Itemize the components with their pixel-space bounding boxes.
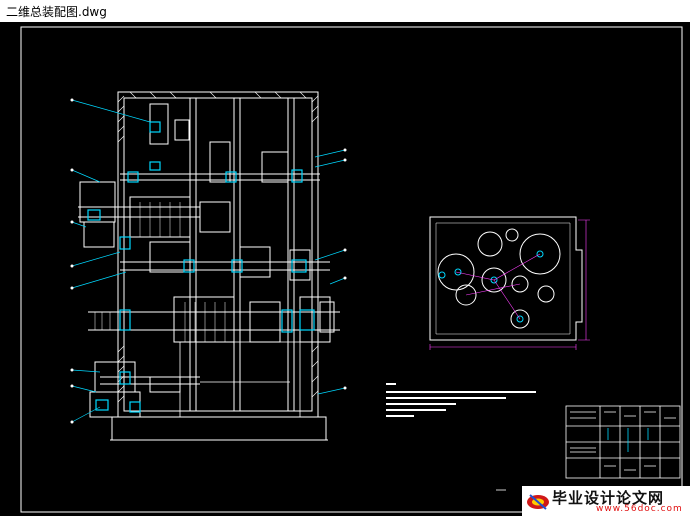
window-title: 二维总装配图.dwg — [6, 5, 107, 19]
part-balloons — [70, 98, 347, 424]
technical-notes — [386, 383, 536, 417]
title-block — [565, 405, 681, 479]
side-view — [429, 216, 590, 350]
title-block-highlights — [607, 428, 649, 452]
gearbox-assembly-view — [78, 91, 340, 441]
watermark-badge: 毕业设计论文网 www.56doc.com — [522, 486, 690, 516]
watermark-logo-icon — [527, 494, 549, 510]
window-titlebar: 二维总装配图.dwg — [0, 0, 690, 22]
drawing-canvas[interactable] — [0, 22, 690, 516]
part-leaders — [71, 99, 346, 423]
cad-drawing — [20, 26, 683, 513]
watermark-url: www.56doc.com — [596, 504, 683, 514]
